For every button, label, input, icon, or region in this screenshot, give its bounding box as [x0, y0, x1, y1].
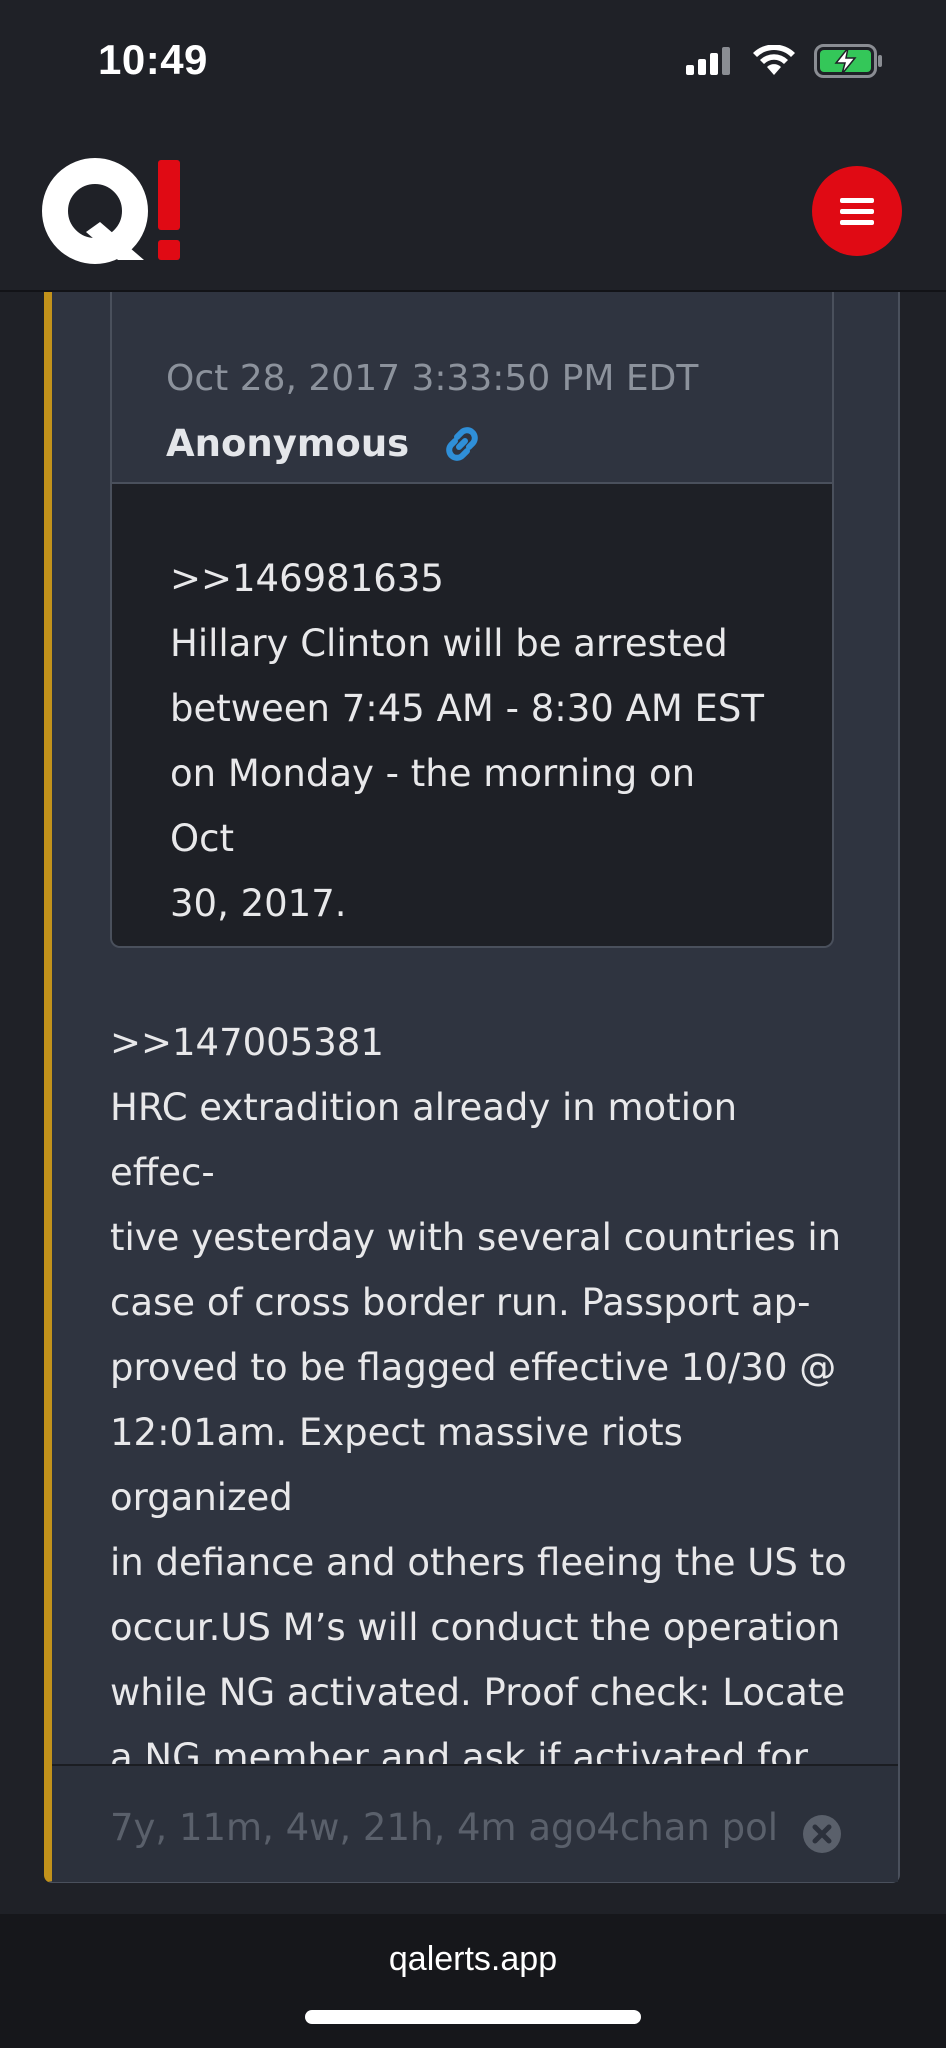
hamburger-bar — [840, 220, 874, 225]
quoted-post: Oct 28, 2017 3:33:50 PM EDT Anonymous >>… — [110, 290, 834, 948]
post-text: >>147005381 HRC extradition already in m… — [110, 1021, 847, 1844]
browser-address-bar: qalerts.app — [0, 1914, 946, 2048]
close-icon[interactable] — [802, 1814, 842, 1854]
cellular-signal-icon — [686, 47, 730, 75]
app-header — [0, 120, 946, 292]
home-indicator[interactable] — [305, 2010, 641, 2024]
post-source: 4chan pol — [596, 1806, 778, 1849]
post-body: >>147005381 HRC extradition already in m… — [110, 1010, 850, 1855]
link-icon[interactable] — [441, 423, 483, 465]
author-row: Anonymous — [166, 422, 483, 465]
post-timestamp: Oct 28, 2017 3:33:50 PM EDT — [166, 358, 699, 399]
post-feed[interactable]: Oct 28, 2017 3:33:50 PM EDT Anonymous >>… — [0, 290, 946, 1914]
menu-button[interactable] — [812, 166, 902, 256]
status-bar: 10:49 — [0, 0, 946, 120]
post-relative-time: 7y, 11m, 4w, 21h, 4m ago — [110, 1806, 598, 1849]
post-footer: 7y, 11m, 4w, 21h, 4m ago 4chan pol — [52, 1764, 898, 1882]
post-author: Anonymous — [166, 422, 410, 465]
wifi-icon — [753, 45, 795, 75]
status-time: 10:49 — [98, 36, 208, 83]
q-logo[interactable] — [40, 156, 190, 266]
status-icons — [686, 44, 884, 78]
quoted-post-meta: Oct 28, 2017 3:33:50 PM EDT Anonymous — [112, 290, 832, 484]
battery-charging-icon — [814, 44, 882, 78]
hamburger-menu-icon — [840, 198, 874, 203]
quoted-post-text: >>146981635 Hillary Clinton will be arre… — [170, 557, 765, 925]
hamburger-bar — [840, 209, 874, 214]
quoted-post-body: >>146981635 Hillary Clinton will be arre… — [112, 484, 832, 946]
url-text[interactable]: qalerts.app — [0, 1940, 946, 1979]
post-card: Oct 28, 2017 3:33:50 PM EDT Anonymous >>… — [44, 290, 900, 1883]
